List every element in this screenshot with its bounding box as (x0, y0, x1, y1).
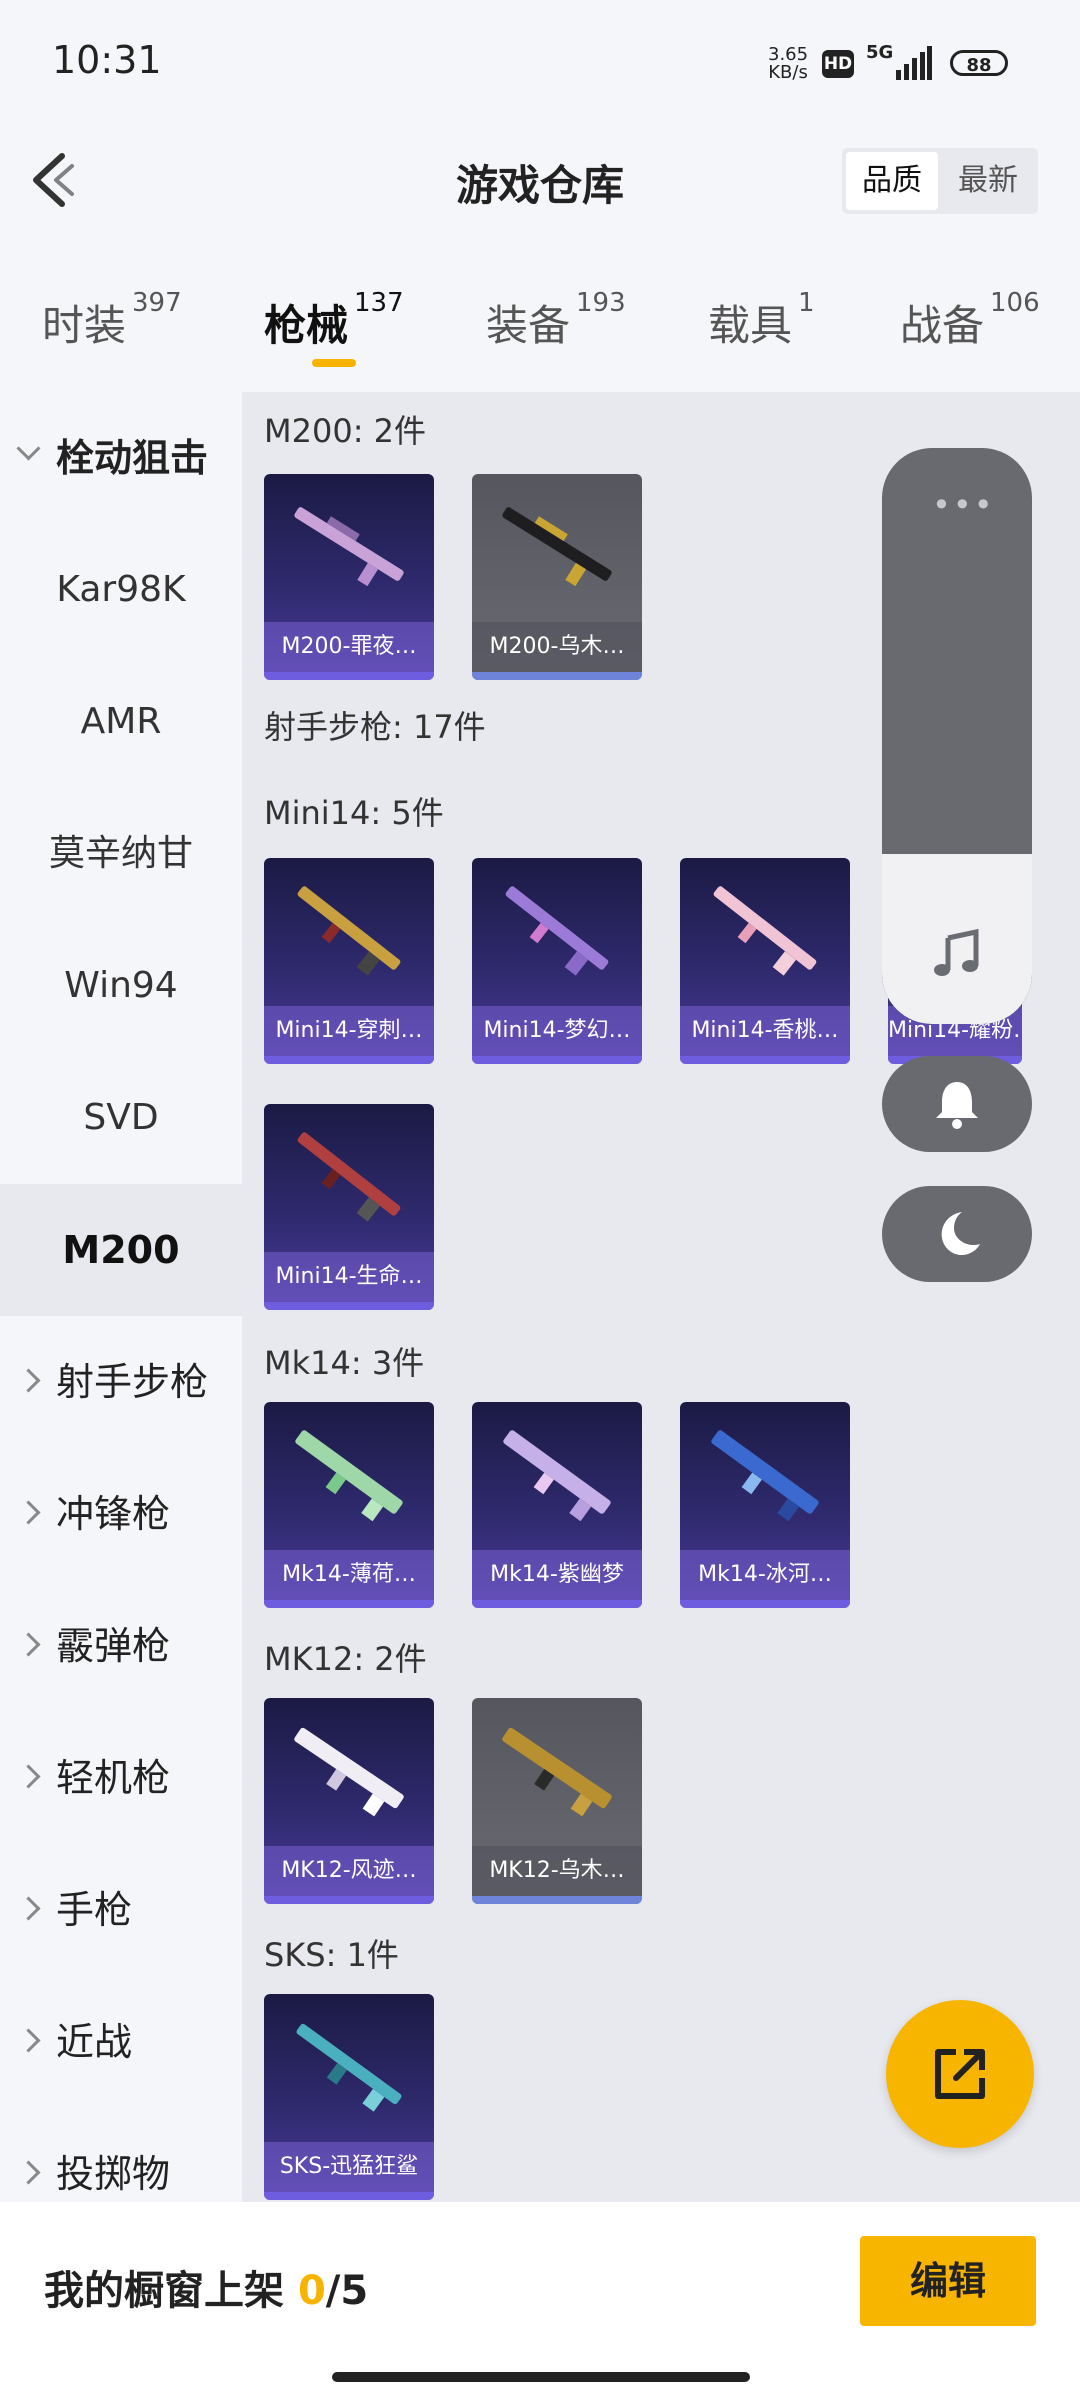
section-title-mk12: MK12: 2件 (264, 1640, 427, 1678)
sidebar-item-kar98k[interactable]: Kar98K (0, 524, 242, 656)
item-card[interactable]: Mini14-生命… (264, 1104, 434, 1310)
section-title-mk14: Mk14: 3件 (264, 1344, 425, 1382)
item-card[interactable]: SKS-迅猛狂鲨 (264, 1994, 434, 2200)
section-title-sks: SKS: 1件 (264, 1936, 399, 1974)
sidebar-item-amr[interactable]: AMR (0, 656, 242, 788)
chevron-right-icon (16, 1764, 41, 1789)
sidebar-item-m200[interactable]: M200 (0, 1184, 242, 1316)
rifle-icon (294, 1727, 404, 1817)
sort-quality-option[interactable]: 品质 (846, 152, 938, 210)
shelf-current-count: 0 (297, 2268, 326, 2314)
edit-button[interactable]: 编辑 (860, 2236, 1036, 2326)
battery-icon: 88 (950, 50, 1008, 76)
sidebar-group-bolt-sniper[interactable]: 栓动狙击 (0, 392, 242, 524)
rifle-icon (297, 1132, 401, 1222)
signal-icon (896, 46, 932, 80)
more-dots-icon[interactable]: ••• (932, 486, 995, 524)
chevron-right-icon (16, 1368, 41, 1393)
sidebar-group-smg[interactable]: 冲锋枪 (0, 1448, 242, 1580)
tab-vehicles[interactable]: 载具 1 (708, 288, 815, 353)
shelf-status: 我的橱窗上架 0/5 (44, 2268, 369, 2314)
ringer-toggle[interactable] (882, 1056, 1032, 1152)
chevron-down-icon (16, 436, 41, 461)
tab-count: 106 (990, 288, 1040, 318)
tab-guns[interactable]: 枪械 137 (264, 288, 404, 353)
shelf-total: /5 (325, 2268, 369, 2314)
tab-fashion[interactable]: 时装 397 (42, 288, 182, 353)
item-card[interactable]: Mk14-冰河… (680, 1402, 850, 1608)
chevron-right-icon (16, 2160, 41, 2185)
home-indicator[interactable] (332, 2372, 750, 2382)
rifle-icon (297, 886, 401, 976)
item-card[interactable]: M200-罪夜… (264, 474, 434, 680)
sidebar-group-marksman[interactable]: 射手步枪 (0, 1316, 242, 1448)
tab-count: 1 (798, 288, 815, 318)
hd-badge: HD (822, 50, 854, 78)
tab-count: 397 (132, 288, 182, 318)
rifle-icon (711, 1430, 819, 1522)
item-card[interactable]: Mk14-薄荷… (264, 1402, 434, 1608)
chevron-right-icon (16, 1896, 41, 1921)
tab-equipment[interactable]: 装备 193 (486, 288, 626, 353)
item-card[interactable]: Mini14-穿刺… (264, 858, 434, 1064)
item-card[interactable]: Mini14-香桃… (680, 858, 850, 1064)
tab-count: 137 (354, 288, 404, 318)
chevron-right-icon (16, 2028, 41, 2053)
item-card[interactable]: Mk14-紫幽梦 (472, 1402, 642, 1608)
sidebar-group-pistol[interactable]: 手枪 (0, 1844, 242, 1976)
category-sidebar: 栓动狙击 Kar98K AMR 莫辛纳甘 Win94 SVD M200 射手步枪… (0, 392, 242, 2202)
rifle-icon (503, 1430, 611, 1522)
sidebar-item-mosin[interactable]: 莫辛纳甘 (0, 788, 242, 920)
rifle-icon (502, 507, 612, 587)
rifle-icon (505, 886, 609, 976)
sidebar-group-melee[interactable]: 近战 (0, 1976, 242, 2108)
rifle-icon (294, 507, 404, 587)
tab-supplies[interactable]: 战备 106 (900, 288, 1040, 353)
section-title-marksman: 射手步枪: 17件 (264, 708, 486, 746)
rifle-icon (502, 1727, 612, 1817)
sidebar-group-lmg[interactable]: 轻机枪 (0, 1712, 242, 1844)
net-speed: 3.65 KB/s (768, 44, 809, 83)
bell-icon (936, 1082, 978, 1129)
sort-latest-option[interactable]: 最新 (942, 152, 1034, 210)
external-link-icon (935, 2049, 985, 2099)
network-type: 5G (866, 42, 894, 63)
rifle-icon (296, 2023, 402, 2112)
share-fab[interactable] (886, 2000, 1034, 2148)
sort-toggle: 品质 最新 (842, 148, 1038, 214)
item-card[interactable]: MK12-乌木… (472, 1698, 642, 1904)
chevron-right-icon (16, 1632, 41, 1657)
sidebar-group-shotgun[interactable]: 霰弹枪 (0, 1580, 242, 1712)
item-card[interactable]: M200-乌木… (472, 474, 642, 680)
section-title-mini14: Mini14: 5件 (264, 794, 444, 832)
item-card[interactable]: Mini14-梦幻… (472, 858, 642, 1064)
item-card[interactable]: MK12-风迹… (264, 1698, 434, 1904)
rifle-icon (713, 886, 817, 976)
volume-slider[interactable]: ••• (882, 448, 1032, 1024)
rifle-icon (295, 1430, 403, 1522)
music-note-icon (934, 928, 979, 976)
moon-icon (941, 1212, 980, 1256)
dark-mode-toggle[interactable] (882, 1186, 1032, 1282)
active-tab-indicator (312, 359, 356, 367)
status-time: 10:31 (52, 38, 162, 82)
sidebar-item-svd[interactable]: SVD (0, 1052, 242, 1184)
chevron-right-icon (16, 1500, 41, 1525)
sidebar-item-win94[interactable]: Win94 (0, 920, 242, 1052)
section-title-m200: M200: 2件 (264, 412, 427, 450)
tab-count: 193 (576, 288, 626, 318)
